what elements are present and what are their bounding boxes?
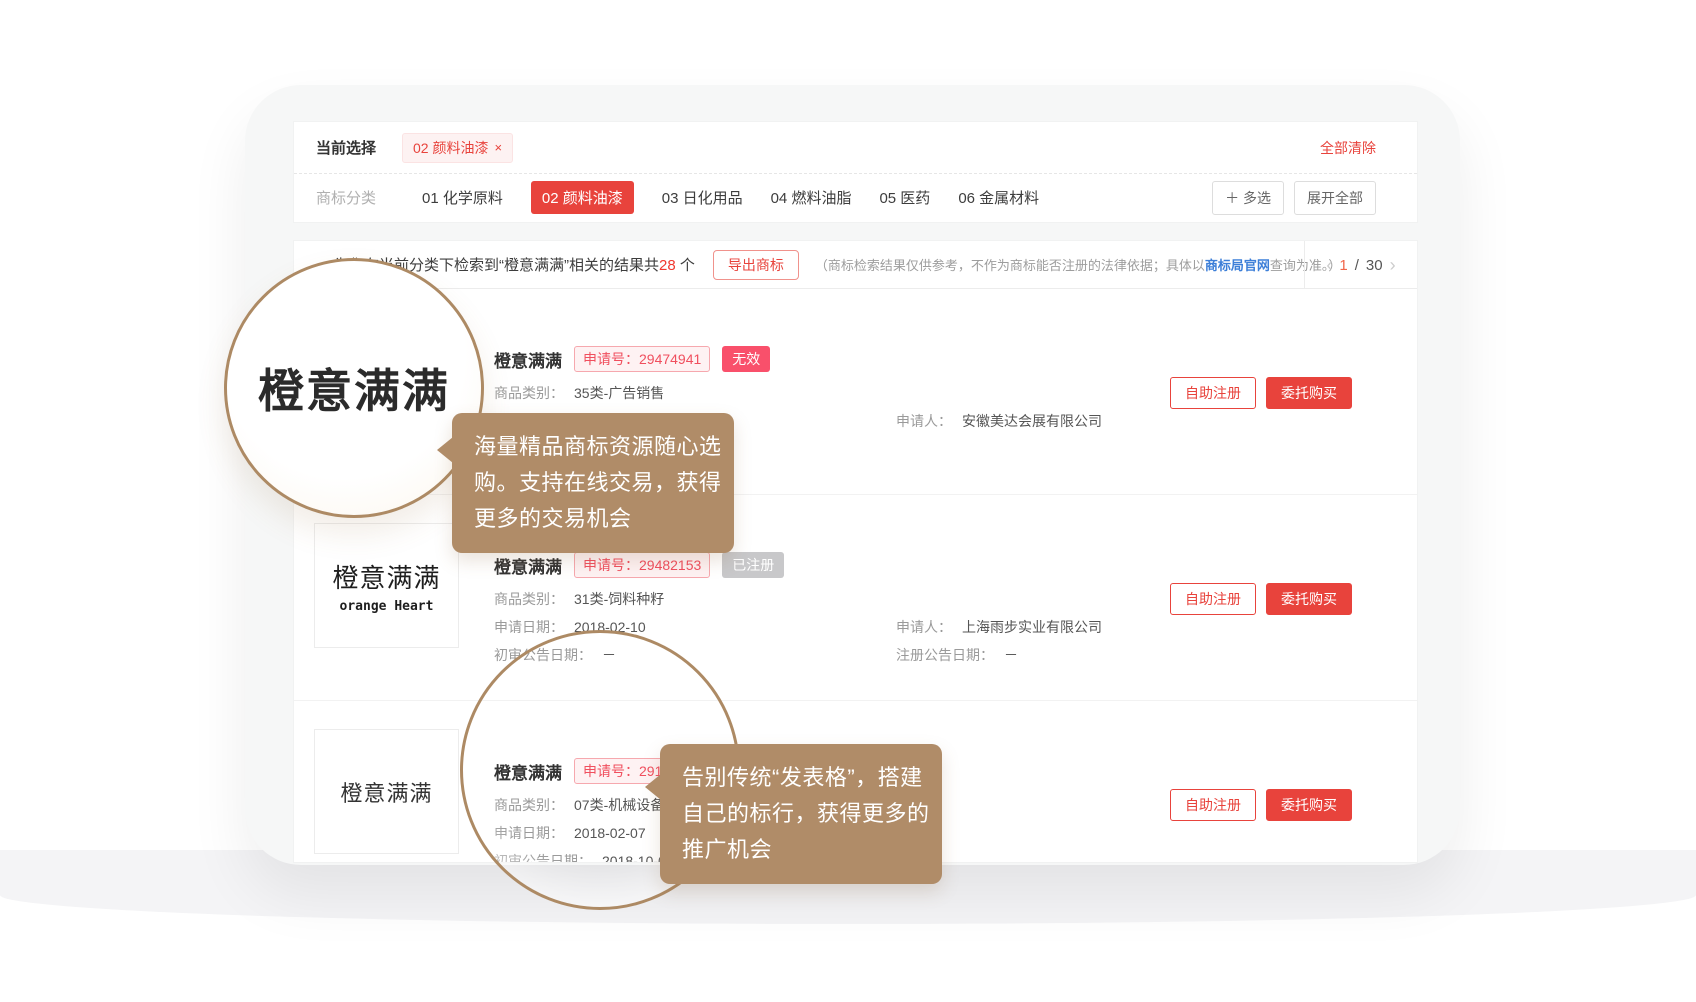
row1-actions: 自助注册 委托购买 bbox=[1170, 377, 1352, 409]
category-field-label: 商品类别： bbox=[494, 797, 564, 813]
trademark-image-cn-text: 橙意满满 bbox=[340, 776, 432, 808]
results-count: 28 bbox=[659, 257, 676, 274]
selected-filter-tag-label: 02 颜料油漆 bbox=[413, 138, 488, 158]
row2-title-line: 橙意满满 申请号：29482153 已注册 bbox=[494, 552, 784, 578]
tooltip-line: 海量精品商标资源随心选 bbox=[474, 429, 712, 465]
trademark-name: 橙意满满 bbox=[494, 347, 562, 372]
expand-all-button[interactable]: 展开全部 bbox=[1294, 181, 1376, 215]
self-register-button[interactable]: 自助注册 bbox=[1170, 583, 1256, 615]
tooltip-line: 推广机会 bbox=[682, 832, 920, 868]
application-number-tag: 申请号：29482153 bbox=[574, 552, 710, 578]
remove-filter-icon[interactable]: × bbox=[494, 140, 502, 155]
row3-notice-line: 初审公告日期：2018-10-06 bbox=[494, 851, 674, 863]
trademark-image-cn-text: 橙意满满 bbox=[332, 558, 440, 595]
status-badge-invalid: 无效 bbox=[722, 346, 770, 372]
application-number-tag: 申请号：29474941 bbox=[574, 346, 710, 372]
self-register-button[interactable]: 自助注册 bbox=[1170, 377, 1256, 409]
category-item-05[interactable]: 05 医药 bbox=[879, 187, 930, 208]
first-notice-label: 初审公告日期： bbox=[494, 647, 592, 663]
export-trademarks-button[interactable]: 导出商标 bbox=[713, 250, 799, 280]
category-item-02-selected[interactable]: 02 颜料油漆 bbox=[531, 181, 634, 214]
trademark-name: 橙意满满 bbox=[494, 759, 562, 784]
page-separator: / bbox=[1355, 257, 1359, 274]
trademark-office-link[interactable]: 商标局官网 bbox=[1205, 258, 1270, 273]
row2-actions: 自助注册 委托购买 bbox=[1170, 583, 1352, 615]
category-item-03[interactable]: 03 日化用品 bbox=[662, 187, 743, 208]
magnified-trademark-text: 橙意满满 bbox=[258, 355, 450, 421]
selected-filter-tag[interactable]: 02 颜料油漆 × bbox=[402, 133, 513, 163]
tooltip-marketplace: 海量精品商标资源随心选 购。支持在线交易，获得 更多的交易机会 bbox=[452, 413, 734, 553]
category-field-value: 31类-饲料种籽 bbox=[574, 591, 664, 607]
status-badge-registered: 已注册 bbox=[722, 552, 784, 578]
entrust-buy-button[interactable]: 委托购买 bbox=[1266, 583, 1352, 615]
current-selection-row: 当前选择 02 颜料油漆 × 全部清除 bbox=[294, 122, 1417, 174]
trademark-image-2: 橙意满满 orange Heart bbox=[314, 523, 459, 648]
prev-page-icon[interactable]: ‹ bbox=[1326, 256, 1332, 274]
entrust-buy-button[interactable]: 委托购买 bbox=[1266, 789, 1352, 821]
category-item-04[interactable]: 04 燃料油脂 bbox=[771, 187, 852, 208]
row1-category-line: 商品类别： 35类-广告销售 bbox=[494, 383, 664, 403]
apply-date-value: 2018-02-10 bbox=[574, 619, 646, 635]
row3-date-line: 申请日期： 2018-02-07 bbox=[494, 823, 646, 843]
total-pages: 30 bbox=[1366, 257, 1383, 274]
tooltip-line: 更多的交易机会 bbox=[474, 501, 712, 537]
category-field-value: 35类-广告销售 bbox=[574, 385, 664, 401]
category-field-label: 商品类别： bbox=[494, 591, 564, 607]
results-disclaimer: （商标检索结果仅供参考，不作为商标能否注册的法律依据；具体以商标局官网查询为准。… bbox=[815, 255, 1342, 274]
tooltip-promotion: 告别传统“发表格”，搭建 自己的标行，获得更多的 推广机会 bbox=[660, 744, 942, 884]
trademark-image-3: 橙意满满 bbox=[314, 729, 459, 854]
pagination: ‹ 1 / 30 › bbox=[1304, 241, 1417, 289]
results-bar: 为您在当前分类下检索到“橙意满满”相关的结果共28 个 导出商标 （商标检索结果… bbox=[294, 241, 1417, 289]
trademark-name: 橙意满满 bbox=[494, 553, 562, 578]
category-item-06[interactable]: 06 金属材料 bbox=[958, 187, 1039, 208]
category-row-label: 商标分类 bbox=[316, 187, 376, 208]
tooltip-arrow-left-icon bbox=[645, 774, 661, 800]
category-row: 商标分类 01 化学原料 02 颜料油漆 03 日化用品 04 燃料油脂 05 … bbox=[294, 173, 1417, 222]
magnifier-circle-1: 橙意满满 bbox=[224, 258, 484, 518]
current-page: 1 bbox=[1339, 257, 1347, 274]
row3-actions: 自助注册 委托购买 bbox=[1170, 789, 1352, 821]
category-list: 01 化学原料 02 颜料油漆 03 日化用品 04 燃料油脂 05 医药 06… bbox=[422, 181, 1039, 214]
reg-notice-label: 注册公告日期： bbox=[896, 647, 994, 663]
current-selection-label: 当前选择 bbox=[316, 137, 376, 158]
apply-date-label: 申请日期： bbox=[494, 825, 564, 841]
applicant-label: 申请人： bbox=[896, 413, 952, 429]
tooltip-line: 自己的标行，获得更多的 bbox=[682, 796, 920, 832]
applicant-value: 安徽美达会展有限公司 bbox=[962, 413, 1102, 429]
entrust-buy-button[interactable]: 委托购买 bbox=[1266, 377, 1352, 409]
screenshot-stage: 当前选择 02 颜料油漆 × 全部清除 商标分类 01 化学原料 02 颜料油漆… bbox=[0, 0, 1696, 1002]
tooltip-arrow-left-icon bbox=[437, 437, 453, 463]
row2-date-line: 申请日期： 2018-02-10 申请人： 上海雨步实业有限公司 bbox=[494, 617, 1102, 637]
category-tools: ＋ 多选 展开全部 bbox=[1212, 181, 1376, 215]
category-field-label: 商品类别： bbox=[494, 385, 564, 401]
results-count-suffix: 个 bbox=[676, 257, 695, 274]
filter-panel: 当前选择 02 颜料油漆 × 全部清除 商标分类 01 化学原料 02 颜料油漆… bbox=[293, 121, 1418, 223]
disclaimer-pre: （商标检索结果仅供参考，不作为商标能否注册的法律依据；具体以 bbox=[815, 258, 1205, 273]
row3-category-line: 商品类别：07类-机械设备 bbox=[494, 795, 664, 815]
trademark-image-en-text: orange Heart bbox=[340, 599, 434, 614]
reg-notice-value: － bbox=[1004, 647, 1018, 663]
tooltip-line: 购。支持在线交易，获得 bbox=[474, 465, 712, 501]
category-item-01[interactable]: 01 化学原料 bbox=[422, 187, 503, 208]
tooltip-line: 告别传统“发表格”，搭建 bbox=[682, 760, 920, 796]
first-notice-value: － bbox=[602, 647, 616, 663]
row2-notice-line: 初审公告日期： － 注册公告日期： － bbox=[494, 645, 1018, 665]
clear-all-button[interactable]: 全部清除 bbox=[1320, 138, 1376, 158]
applicant-label: 申请人： bbox=[896, 619, 952, 635]
row2-category-line: 商品类别： 31类-饲料种籽 bbox=[494, 589, 664, 609]
apply-date-value: 2018-02-07 bbox=[574, 825, 646, 841]
next-page-icon[interactable]: › bbox=[1390, 256, 1396, 274]
multi-select-button[interactable]: ＋ 多选 bbox=[1212, 181, 1284, 215]
first-notice-label: 初审公告日期： bbox=[494, 853, 592, 863]
self-register-button[interactable]: 自助注册 bbox=[1170, 789, 1256, 821]
applicant-value: 上海雨步实业有限公司 bbox=[962, 619, 1102, 635]
row1-title-line: 橙意满满 申请号：29474941 无效 bbox=[494, 346, 770, 372]
apply-date-label: 申请日期： bbox=[494, 619, 564, 635]
